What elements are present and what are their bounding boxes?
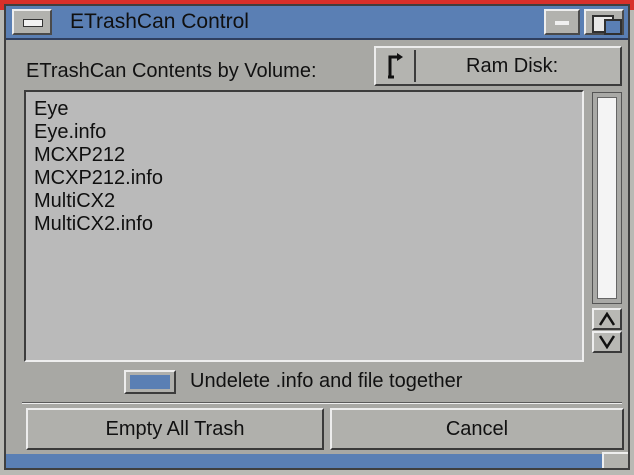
list-scrollbar[interactable] — [592, 92, 622, 304]
undelete-together-label: Undelete .info and file together — [190, 370, 463, 392]
minimize-icon — [555, 21, 569, 25]
checkbox-check-indicator — [130, 375, 170, 389]
empty-all-trash-button[interactable]: Empty All Trash — [26, 408, 324, 450]
file-list-item[interactable]: Eye.info — [26, 121, 163, 144]
file-list-item[interactable]: MultiCX2.info — [26, 213, 163, 236]
resize-gadget[interactable] — [602, 452, 628, 468]
divider — [22, 402, 622, 404]
volume-cycle-gadget[interactable]: Ram Disk: — [374, 46, 622, 86]
arrow-down-icon — [599, 335, 615, 349]
file-list-item[interactable]: MCXP212.info — [26, 167, 163, 190]
file-list[interactable]: Eye Eye.info MCXP212 MCXP212.info MultiCX2 Mu… — [24, 90, 584, 362]
close-button[interactable] — [12, 9, 52, 35]
etrashcan-window: ETrashCan Control ETrashCan Contents by … — [4, 4, 630, 470]
file-list-item[interactable]: Eye — [26, 98, 163, 121]
scroll-down-button[interactable] — [592, 331, 622, 353]
volume-label: ETrashCan Contents by Volume: — [26, 60, 317, 82]
file-list-item[interactable]: MCXP212 — [26, 144, 163, 167]
title-bar[interactable]: ETrashCan Control — [6, 6, 628, 40]
scroll-up-button[interactable] — [592, 308, 622, 330]
depth-button[interactable] — [584, 9, 624, 35]
bottom-border — [6, 454, 628, 468]
scrollbar-knob[interactable] — [597, 97, 617, 299]
close-icon — [23, 19, 43, 27]
arrow-up-icon — [599, 312, 615, 326]
window-title: ETrashCan Control — [70, 10, 249, 33]
volume-selected: Ram Disk: — [466, 55, 559, 77]
cycle-icon — [388, 53, 403, 79]
undelete-together-checkbox[interactable] — [124, 370, 176, 394]
iconify-button[interactable] — [544, 9, 580, 35]
file-list-item[interactable]: MultiCX2 — [26, 190, 163, 213]
depth-front-icon — [604, 19, 622, 35]
cancel-button[interactable]: Cancel — [330, 408, 624, 450]
cycle-button[interactable] — [378, 50, 416, 82]
